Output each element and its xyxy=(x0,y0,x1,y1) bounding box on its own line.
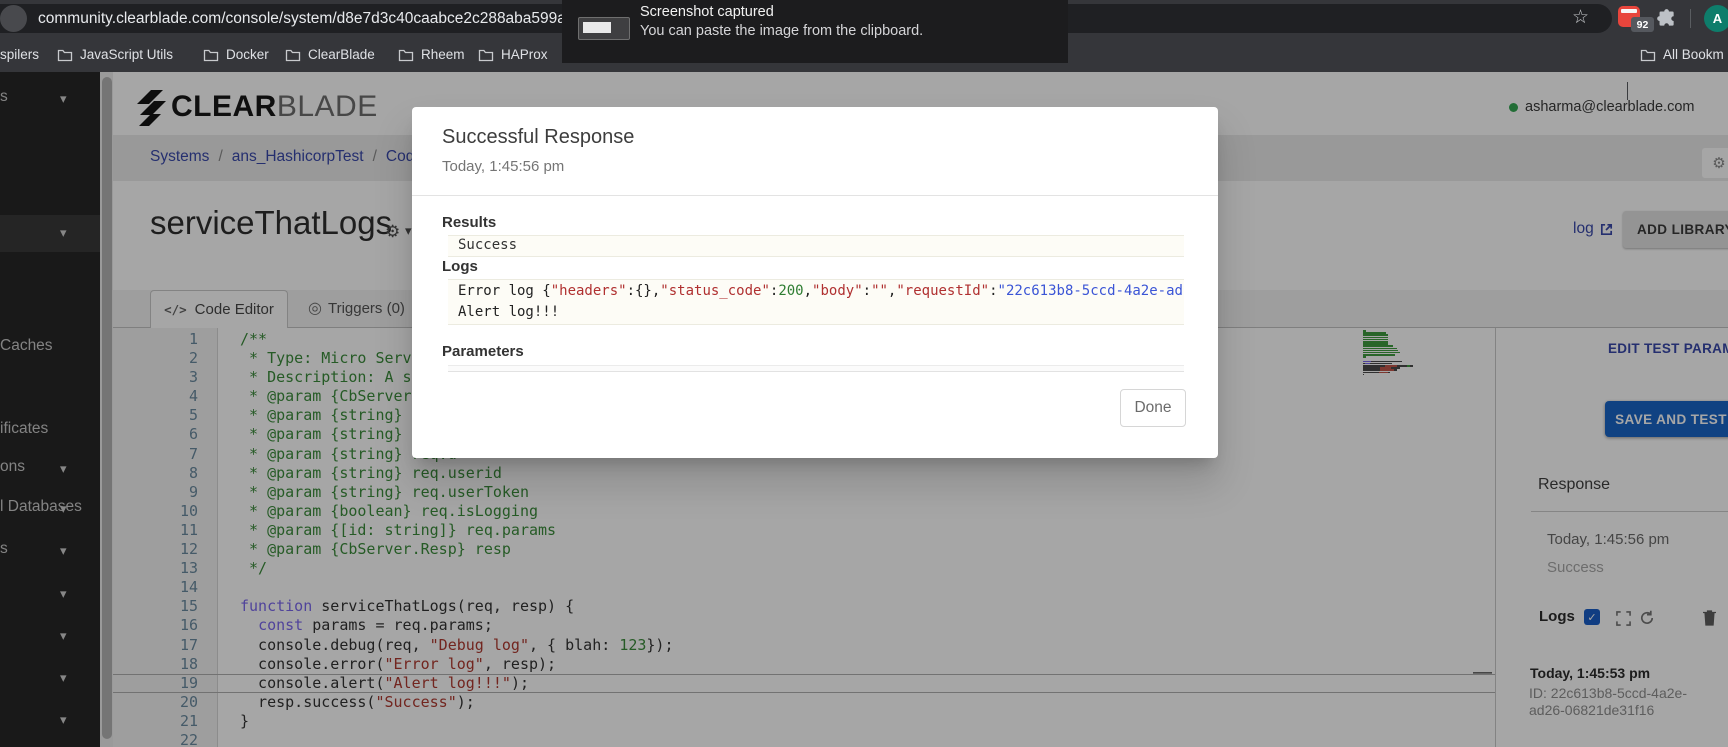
results-label: Results xyxy=(442,214,496,231)
screenshot-notification[interactable]: Screenshot captured You can paste the im… xyxy=(562,0,1068,63)
bookmark-label: Docker xyxy=(226,47,269,62)
done-button[interactable]: Done xyxy=(1120,389,1186,427)
folder-icon xyxy=(398,48,414,62)
notification-title: Screenshot captured xyxy=(640,4,774,20)
logs-output: Error log {"headers":{},"status_code":20… xyxy=(448,279,1184,325)
bookmark-label: ClearBlade xyxy=(308,47,375,62)
screenshot-thumbnail xyxy=(578,17,630,40)
bookmark-all-bookmarks[interactable]: All Bookm xyxy=(1640,37,1724,72)
dialog-title: Successful Response xyxy=(442,126,634,149)
folder-icon xyxy=(478,48,494,62)
url-text[interactable]: community.clearblade.com/console/system/… xyxy=(38,4,650,33)
bookmark-label: spilers xyxy=(0,47,39,62)
bookmark-label: All Bookm xyxy=(1663,47,1724,62)
folder-icon xyxy=(203,48,219,62)
bookmark-label: Rheem xyxy=(421,47,465,62)
thumbnail-detail xyxy=(583,22,611,33)
browser-avatar[interactable]: A xyxy=(1704,5,1728,32)
logs-label: Logs xyxy=(442,258,478,275)
parameters-label: Parameters xyxy=(442,343,524,360)
log-line: Error log {"headers":{},"status_code":20… xyxy=(458,281,1184,302)
tab-count-badge: 92 xyxy=(1631,17,1654,32)
folder-icon xyxy=(57,48,73,62)
toolbar-separator xyxy=(1690,9,1691,28)
bookmark-item[interactable]: JavaScript Utils xyxy=(57,37,173,72)
successful-response-dialog: Successful Response Today, 1:45:56 pm Re… xyxy=(412,107,1218,458)
bookmark-label: JavaScript Utils xyxy=(80,47,173,62)
parameters-table xyxy=(448,365,1184,372)
reload-icon[interactable] xyxy=(0,5,27,32)
extension-icon-detail xyxy=(1621,9,1637,13)
results-value: Success xyxy=(448,235,1184,257)
folder-icon xyxy=(285,48,301,62)
log-line: Alert log!!! xyxy=(458,302,1184,323)
bookmark-label: HAProx xyxy=(501,47,548,62)
dialog-timestamp: Today, 1:45:56 pm xyxy=(442,158,564,175)
bookmark-item[interactable]: ClearBlade xyxy=(285,37,375,72)
dialog-divider xyxy=(412,195,1218,196)
bookmark-item[interactable]: spilers xyxy=(0,37,39,72)
extensions-puzzle-icon[interactable] xyxy=(1656,8,1676,33)
notification-body: You can paste the image from the clipboa… xyxy=(640,23,923,39)
bookmark-item[interactable]: Rheem xyxy=(398,37,465,72)
bookmark-item[interactable]: Docker xyxy=(203,37,269,72)
bookmark-star-icon[interactable]: ☆ xyxy=(1572,6,1589,29)
folder-icon xyxy=(1640,48,1656,62)
bookmark-item[interactable]: HAProx xyxy=(478,37,548,72)
screen: { "browser": { "url": "community.clearbl… xyxy=(0,0,1728,747)
